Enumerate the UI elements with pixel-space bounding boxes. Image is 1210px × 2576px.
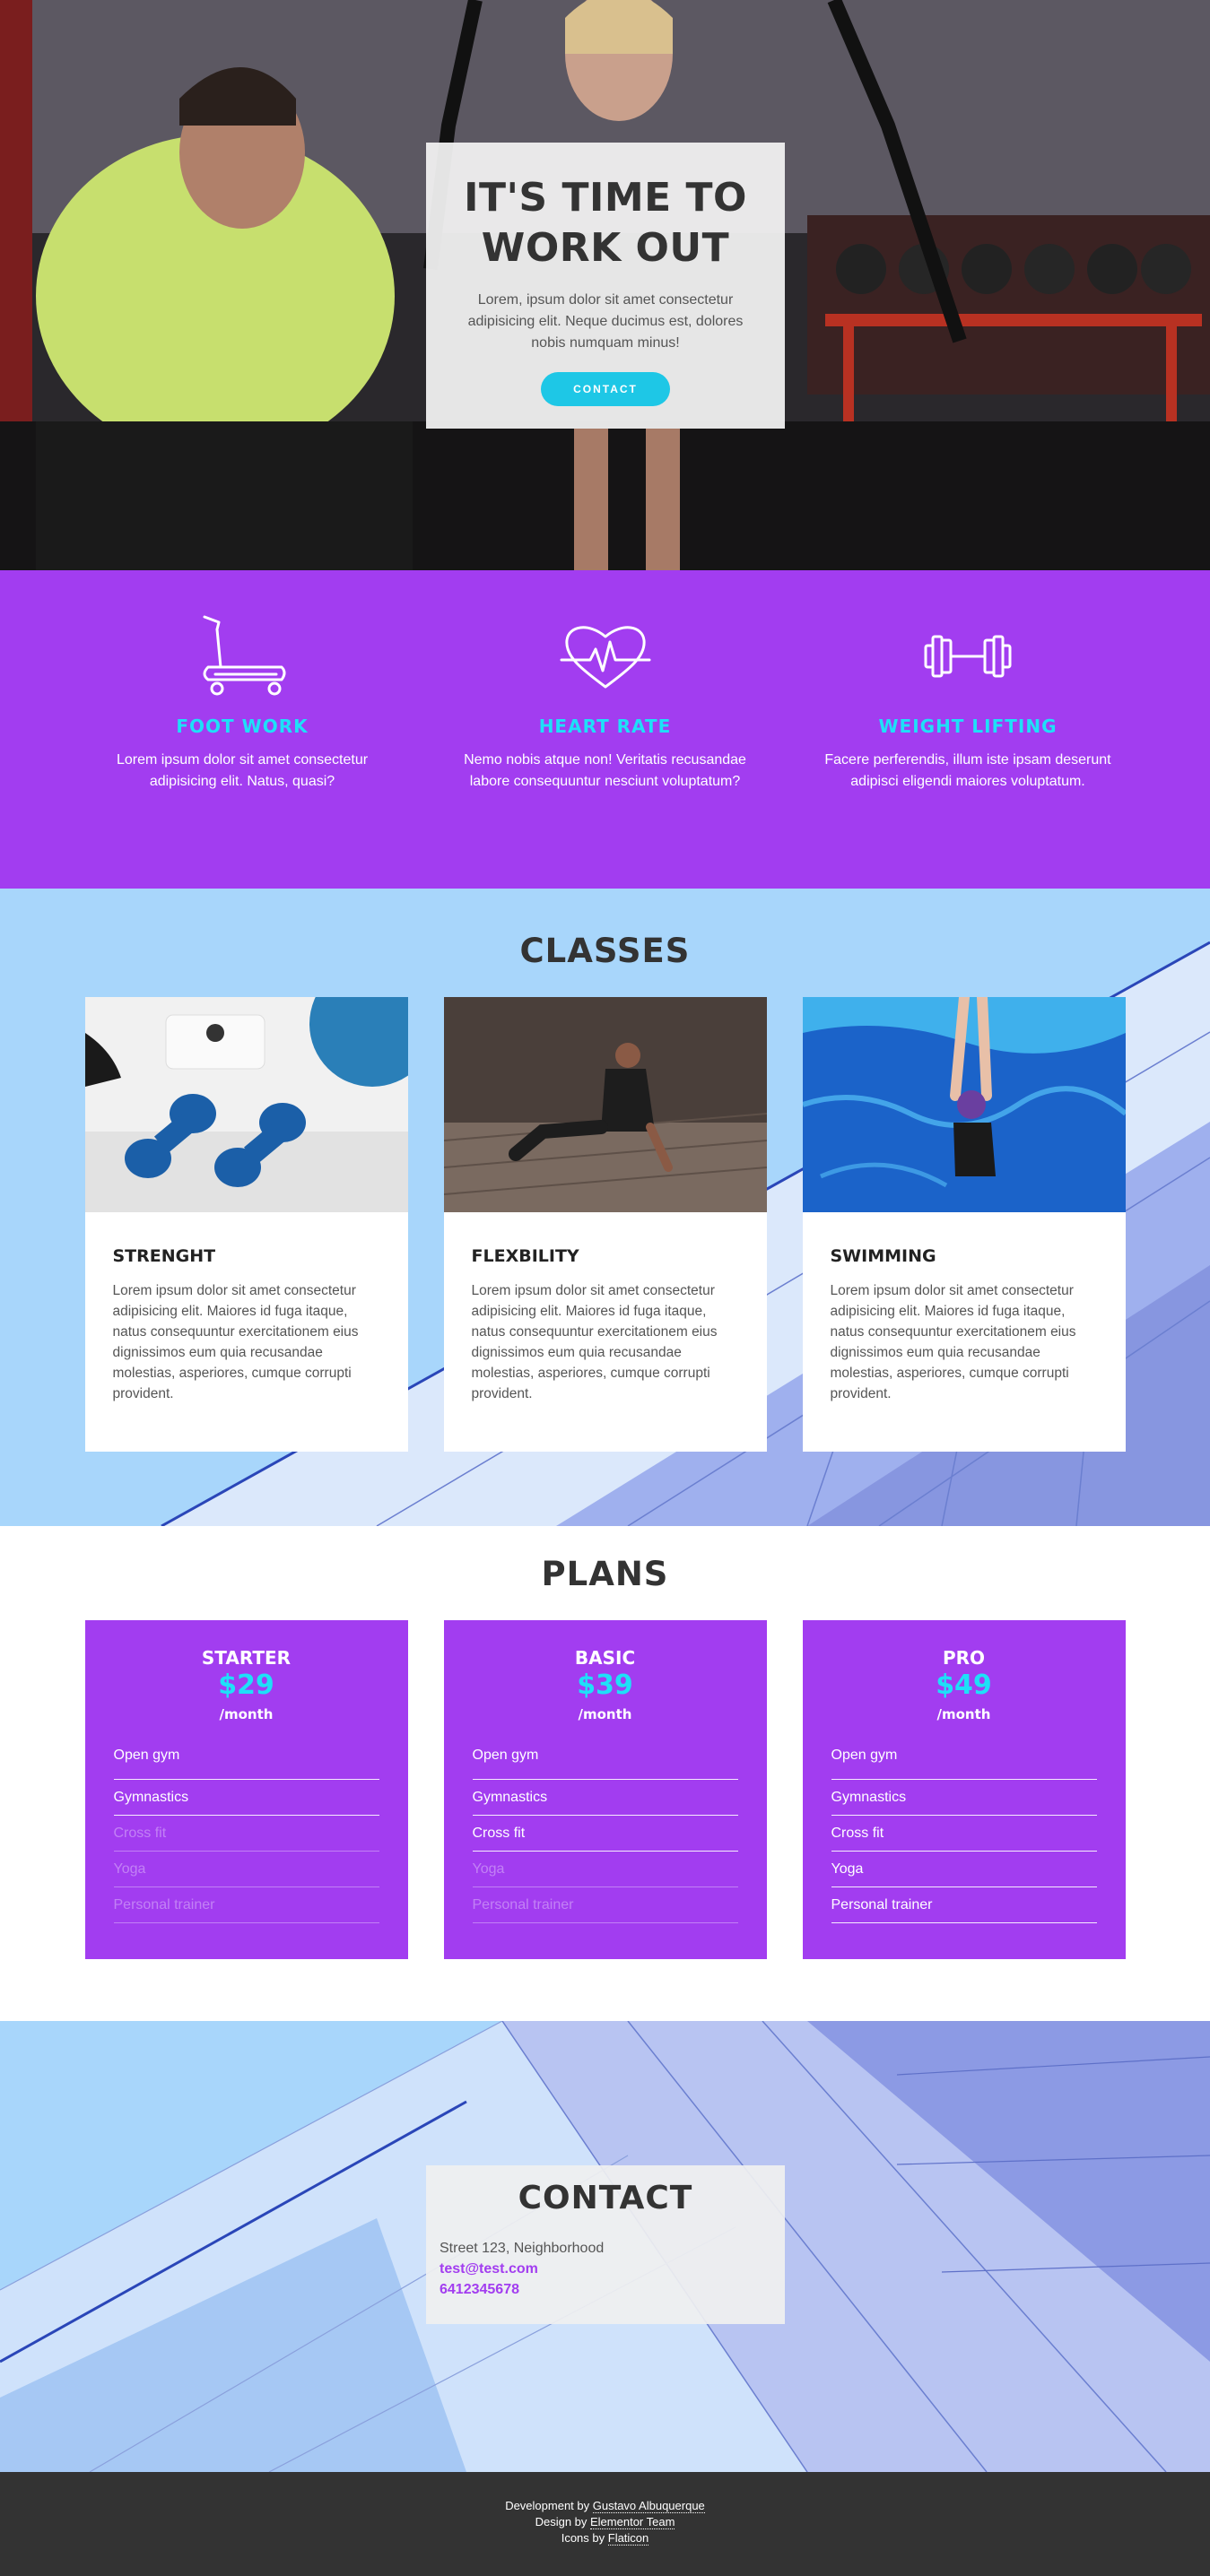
class-card-flexibility: FLEXBILITY Lorem ipsum dolor sit amet co… — [443, 997, 767, 1452]
class-text: Lorem ipsum dolor sit amet consectetur a… — [830, 1283, 1076, 1401]
class-text: Lorem ipsum dolor sit amet consectetur a… — [112, 1283, 359, 1401]
contact-email-link[interactable]: test@test.com — [440, 2259, 771, 2279]
class-title: SWIMMING — [830, 1246, 936, 1266]
plan-name: PRO — [942, 1647, 986, 1669]
heart-rate-icon — [435, 611, 776, 701]
feature-foot-work: FOOT WORK Lorem ipsum dolor sit amet con… — [72, 611, 413, 889]
hero-section: IT'S TIME TO WORK OUT Lorem, ipsum dolor… — [0, 0, 1210, 570]
plan-price: $49 — [936, 1670, 992, 1701]
class-text: Lorem ipsum dolor sit amet consectetur a… — [471, 1283, 718, 1401]
classes-list: STRENGHT Lorem ipsum dolor sit amet cons… — [84, 997, 1126, 1452]
footer-icons-prefix: Icons by — [561, 2531, 608, 2545]
hero-card: IT'S TIME TO WORK OUT Lorem, ipsum dolor… — [426, 143, 785, 429]
plan-feature: Gymnastics — [472, 1780, 738, 1816]
plan-feature: Open gym — [472, 1744, 738, 1780]
plan-feature: Yoga — [472, 1852, 738, 1887]
footer-design-prefix: Design by — [535, 2515, 590, 2528]
hero-title-line2: WORK OUT — [481, 225, 730, 271]
plan-feature: Yoga — [113, 1852, 379, 1887]
footer-dev-prefix: Development by — [505, 2499, 593, 2512]
contact-section: CONTACT Street 123, Neighborhood test@te… — [0, 2021, 1210, 2472]
footer-credit-design: Design by Elementor Team — [0, 2514, 1210, 2530]
hero-description: Lorem, ipsum dolor sit amet consectetur … — [467, 292, 744, 351]
plan-feature: Personal trainer — [113, 1887, 379, 1923]
plans-section: PLANS STARTER $29 /month Open gym Gymnas… — [0, 1526, 1210, 2021]
plan-feature: Gymnastics — [831, 1780, 1097, 1816]
contact-title: CONTACT — [518, 2180, 693, 2216]
features-section: FOOT WORK Lorem ipsum dolor sit amet con… — [0, 570, 1210, 889]
plan-features: Open gym Gymnastics Cross fit Yoga Perso… — [113, 1744, 379, 1923]
feature-text: Facere perferendis, illum iste ipsam des… — [824, 752, 1111, 789]
hero-title-line1: IT'S TIME TO — [464, 175, 747, 221]
plan-features: Open gym Gymnastics Cross fit Yoga Perso… — [472, 1744, 738, 1923]
feature-title: WEIGHT LIFTING — [878, 716, 1058, 737]
flexibility-image — [443, 997, 767, 1212]
plan-feature: Cross fit — [113, 1816, 379, 1852]
plan-name: STARTER — [201, 1647, 292, 1669]
plan-feature: Personal trainer — [472, 1887, 738, 1923]
plan-feature: Open gym — [831, 1744, 1097, 1780]
designer-link[interactable]: Elementor Team — [590, 2515, 675, 2529]
plan-feature: Open gym — [113, 1744, 379, 1780]
feature-text: Lorem ipsum dolor sit amet consectetur a… — [116, 752, 369, 789]
treadmill-icon — [72, 611, 413, 701]
feature-text: Nemo nobis atque non! Veritatis recusand… — [464, 752, 746, 789]
plan-feature: Cross fit — [831, 1816, 1097, 1852]
plan-feature: Personal trainer — [831, 1887, 1097, 1923]
footer-credit-icons: Icons by Flaticon — [0, 2530, 1210, 2546]
contact-address: Street 123, Neighborhood — [440, 2241, 605, 2256]
developer-link[interactable]: Gustavo Albuquerque — [592, 2499, 705, 2513]
icons-link[interactable]: Flaticon — [607, 2531, 649, 2546]
class-title: STRENGHT — [112, 1246, 216, 1266]
footer-credit-development: Development by Gustavo Albuquerque — [0, 2498, 1210, 2514]
feature-heart-rate: HEART RATE Nemo nobis atque non! Veritat… — [435, 611, 776, 889]
feature-weight-lifting: WEIGHT LIFTING Facere perferendis, illum… — [797, 611, 1138, 889]
contact-phone-link[interactable]: 6412345678 — [440, 2279, 771, 2300]
plan-feature: Gymnastics — [113, 1780, 379, 1816]
classes-section: CLASSES STRENGHT Lorem ipsum dolor sit a… — [0, 889, 1210, 1526]
plan-card-pro: PRO $49 /month Open gym Gymnastics Cross… — [802, 1620, 1126, 1959]
plan-card-starter: STARTER $29 /month Open gym Gymnastics C… — [84, 1620, 408, 1959]
plan-price: $39 — [577, 1670, 633, 1701]
plan-period: /month — [936, 1706, 991, 1722]
class-title: FLEXBILITY — [471, 1246, 579, 1266]
strength-image — [84, 997, 408, 1212]
class-card-swimming: SWIMMING Lorem ipsum dolor sit amet cons… — [802, 997, 1126, 1452]
contact-button[interactable]: CONTACT — [541, 372, 670, 406]
plan-features: Open gym Gymnastics Cross fit Yoga Perso… — [831, 1744, 1097, 1923]
feature-title: FOOT WORK — [176, 716, 309, 737]
plan-feature: Cross fit — [472, 1816, 738, 1852]
footer: Development by Gustavo Albuquerque Desig… — [0, 2472, 1210, 2576]
classes-title: CLASSES — [519, 932, 691, 970]
plan-feature: Yoga — [831, 1852, 1097, 1887]
contact-card: CONTACT Street 123, Neighborhood test@te… — [426, 2165, 785, 2324]
plan-name: BASIC — [574, 1647, 636, 1669]
plans-title: PLANS — [541, 1555, 669, 1593]
class-card-strength: STRENGHT Lorem ipsum dolor sit amet cons… — [84, 997, 408, 1452]
feature-title: HEART RATE — [538, 716, 672, 737]
dumbbell-icon — [797, 611, 1138, 701]
plan-price: $29 — [218, 1670, 274, 1701]
swimming-image — [802, 997, 1126, 1212]
plan-period: /month — [578, 1706, 632, 1722]
plans-list: STARTER $29 /month Open gym Gymnastics C… — [84, 1620, 1126, 1959]
hero-title: IT'S TIME TO WORK OUT — [426, 173, 785, 273]
plan-period: /month — [219, 1706, 274, 1722]
plan-card-basic: BASIC $39 /month Open gym Gymnastics Cro… — [443, 1620, 767, 1959]
